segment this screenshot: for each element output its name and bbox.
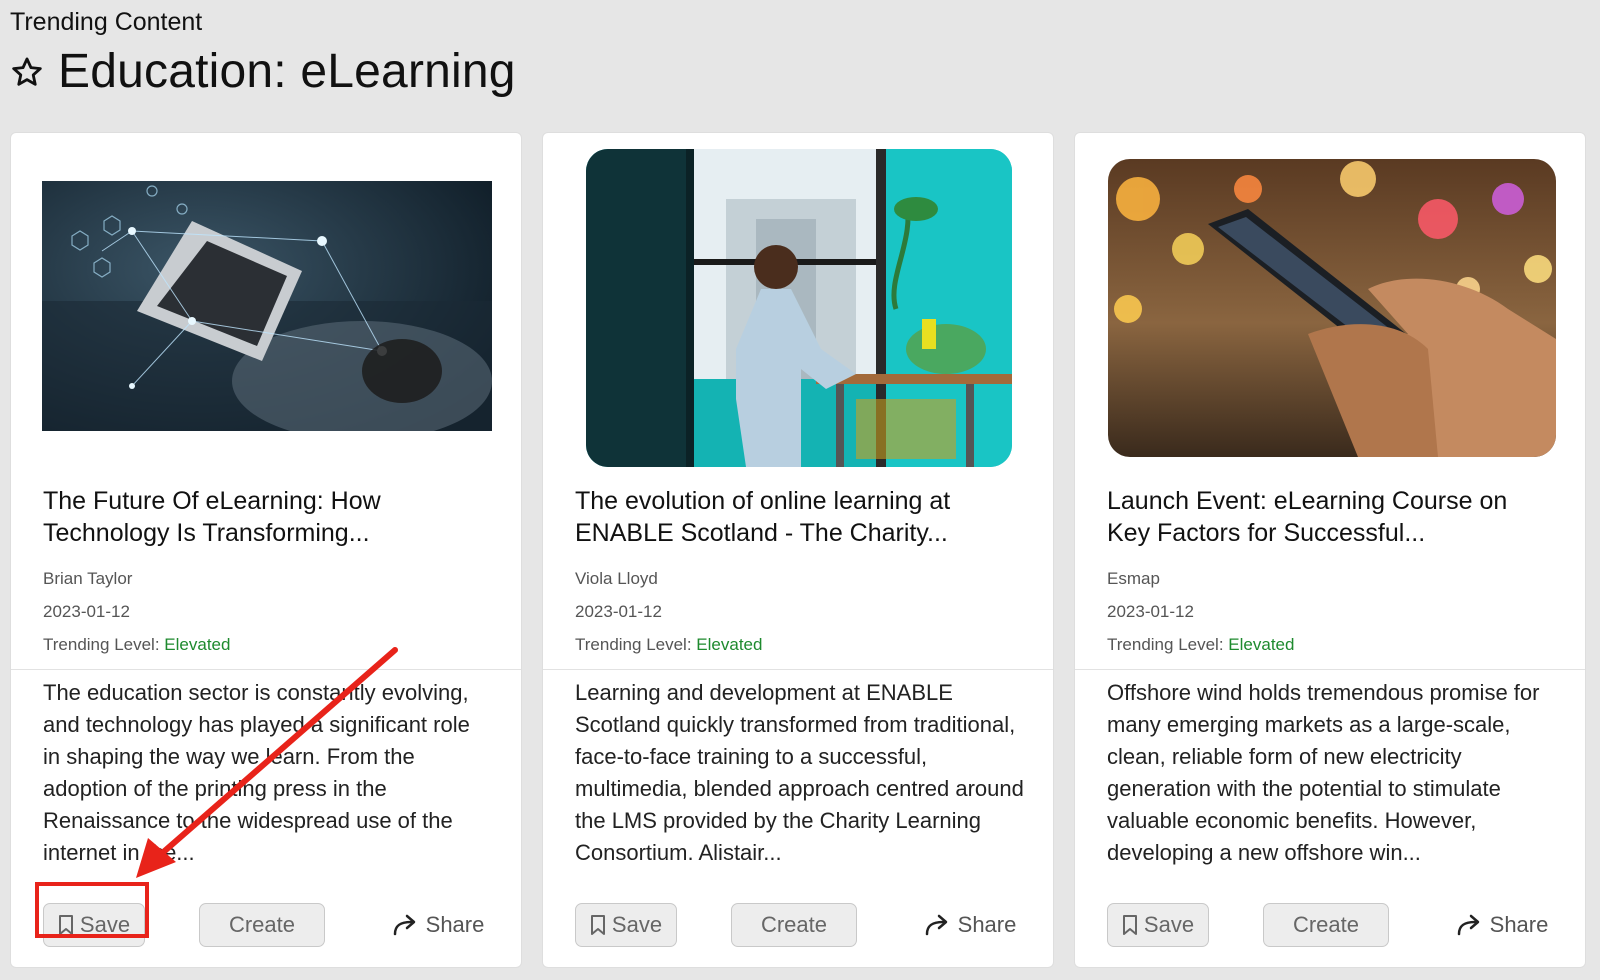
- share-button[interactable]: Share: [1447, 903, 1557, 947]
- card-date: 2023-01-12: [1107, 602, 1194, 621]
- card-date: 2023-01-12: [575, 602, 662, 621]
- trending-level-label: Trending Level:: [575, 635, 692, 654]
- save-button[interactable]: Save: [1107, 903, 1209, 947]
- create-button[interactable]: Create: [199, 903, 325, 947]
- card-trending-level: Trending Level: Elevated: [43, 635, 230, 655]
- card-thumbnail-laptop[interactable]: [42, 181, 492, 431]
- create-button[interactable]: Create: [731, 903, 857, 947]
- content-card[interactable]: The Future Of eLearning: How Technology …: [10, 132, 522, 968]
- share-label: Share: [957, 912, 1017, 937]
- save-label: Save: [611, 912, 663, 937]
- card-divider: [11, 669, 521, 670]
- create-label: Create: [760, 912, 828, 937]
- card-title[interactable]: Launch Event: eLearning Course on Key Fa…: [1107, 485, 1547, 549]
- card-trending-level: Trending Level: Elevated: [575, 635, 762, 655]
- save-button[interactable]: Save: [43, 903, 145, 947]
- card-excerpt: Offshore wind holds tremendous promise f…: [1107, 680, 1540, 865]
- share-arrow-icon: [924, 913, 952, 937]
- trending-level-label: Trending Level:: [43, 635, 160, 654]
- card-excerpt: The education sector is constantly evolv…: [43, 680, 470, 865]
- share-label: Share: [1489, 912, 1549, 937]
- section-eyebrow: Trending Content: [10, 8, 203, 36]
- card-author: Brian Taylor: [43, 569, 133, 588]
- share-arrow-icon: [392, 913, 420, 937]
- card-trending-level: Trending Level: Elevated: [1107, 635, 1294, 655]
- content-cards: The Future Of eLearning: How Technology …: [10, 132, 1586, 968]
- card-title[interactable]: The evolution of online learning at ENAB…: [575, 485, 1015, 549]
- card-title[interactable]: The Future Of eLearning: How Technology …: [43, 485, 483, 549]
- bookmark-icon: [1122, 914, 1138, 936]
- page-title: Education: eLearning: [58, 45, 516, 98]
- card-thumbnail-office[interactable]: [586, 149, 1012, 467]
- share-arrow-icon: [1456, 913, 1484, 937]
- trending-content-page: Trending Content Education: eLearning Th…: [0, 0, 1600, 980]
- card-actions: Save Create Share: [575, 903, 1033, 949]
- card-divider: [543, 669, 1053, 670]
- save-label: Save: [79, 912, 131, 937]
- content-card[interactable]: Launch Event: eLearning Course on Key Fa…: [1074, 132, 1586, 968]
- trending-level-label: Trending Level:: [1107, 635, 1224, 654]
- bookmark-icon: [590, 914, 606, 936]
- trending-level-value: Elevated: [164, 635, 231, 654]
- card-date: 2023-01-12: [43, 602, 130, 621]
- save-button[interactable]: Save: [575, 903, 677, 947]
- create-label: Create: [228, 912, 296, 937]
- create-label: Create: [1292, 912, 1360, 937]
- create-button[interactable]: Create: [1263, 903, 1389, 947]
- trending-level-value: Elevated: [696, 635, 763, 654]
- share-button[interactable]: Share: [915, 903, 1025, 947]
- card-thumbnail-phone[interactable]: [1108, 159, 1556, 457]
- content-card[interactable]: The evolution of online learning at ENAB…: [542, 132, 1054, 968]
- title-row: Education: eLearning: [10, 44, 516, 99]
- card-divider: [1075, 669, 1585, 670]
- share-button[interactable]: Share: [383, 903, 493, 947]
- card-actions: Save Create Share: [43, 903, 501, 949]
- trending-level-value: Elevated: [1228, 635, 1295, 654]
- star-outline-icon[interactable]: [10, 55, 44, 89]
- save-label: Save: [1143, 912, 1195, 937]
- share-label: Share: [425, 912, 485, 937]
- card-author: Viola Lloyd: [575, 569, 658, 588]
- card-excerpt: Learning and development at ENABLE Scotl…: [575, 680, 1024, 865]
- card-actions: Save Create Share: [1107, 903, 1565, 949]
- card-author: Esmap: [1107, 569, 1160, 588]
- bookmark-icon: [58, 914, 74, 936]
